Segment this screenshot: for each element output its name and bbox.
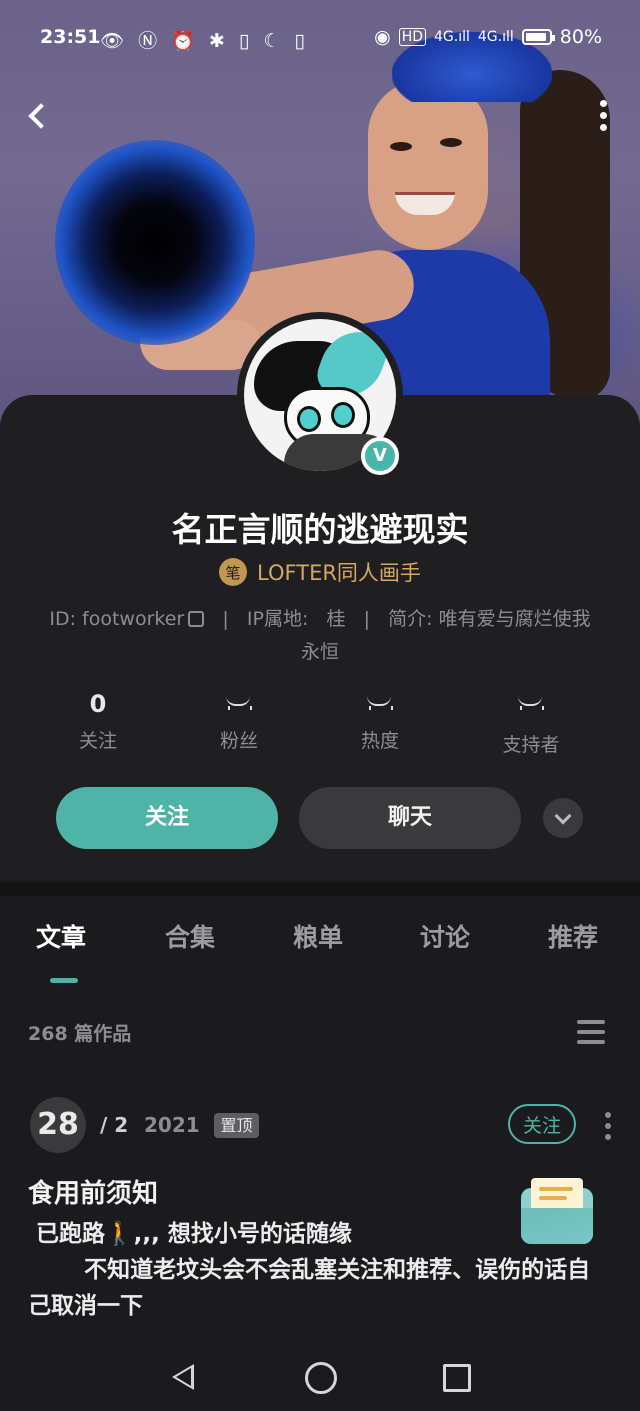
more-options-button[interactable]: [590, 95, 616, 135]
post-body-line: 已跑路🚶,,, 想找小号的话随缘: [28, 1221, 352, 1247]
banner-image-eye: [440, 138, 462, 147]
battery-percent: 80%: [559, 26, 602, 48]
works-count: 268 篇作品: [28, 1023, 132, 1045]
status-right-group: ◉ HD 4G.ıll 4G.ıll 80%: [374, 26, 602, 48]
avatar-eye: [331, 402, 355, 428]
banner-image-eye: [390, 142, 412, 151]
back-button[interactable]: [18, 95, 58, 135]
tab-articles[interactable]: 文章: [36, 918, 86, 954]
stat-following[interactable]: 0 关注: [38, 690, 158, 753]
user-id[interactable]: ID: footworker: [49, 608, 184, 630]
stat-label: 支持者: [502, 734, 560, 756]
chat-button[interactable]: 聊天: [299, 787, 521, 849]
stat-value: 0: [89, 690, 107, 718]
nav-recents-icon[interactable]: [443, 1364, 471, 1392]
creator-role[interactable]: 笔 LOFTER同人画手: [0, 557, 640, 587]
active-tab-indicator: [50, 978, 78, 983]
tab-recommend[interactable]: 推荐: [548, 918, 598, 954]
bio-label: 简介:: [388, 608, 433, 630]
content-tabs: 文章 合集 粮单 讨论 推荐: [0, 918, 640, 988]
letter-envelope-icon: [519, 1172, 595, 1248]
post-body[interactable]: 已跑路🚶,,, 想找小号的话随缘 不知道老坟头会不会乱塞关注和推荐、误伤的话自己…: [28, 1216, 598, 1324]
hidden-eye-icon: [226, 690, 252, 722]
ip-location: 桂: [326, 608, 346, 630]
avatar-eye: [297, 406, 321, 432]
ip-label: IP属地:: [246, 608, 309, 630]
post-more-icon[interactable]: [602, 1110, 614, 1142]
signal-icon: 4G.ıll: [434, 29, 470, 45]
post-title[interactable]: 食用前须知: [28, 1173, 158, 1210]
meta-separator: |: [222, 608, 229, 630]
post-date-month: / 2: [100, 1113, 129, 1137]
banner-image-face: [368, 80, 488, 250]
nav-home-icon[interactable]: [305, 1362, 337, 1394]
list-view-icon[interactable]: [577, 1020, 605, 1044]
profile-name: 名正言顺的逃避现实: [171, 510, 469, 549]
battery-icon: [521, 29, 555, 45]
section-divider: [0, 882, 640, 896]
profile-meta: ID: footworker | IP属地: 桂 | 简介: 唯有爱与腐烂使我永…: [40, 603, 600, 669]
meta-separator: |: [363, 608, 371, 630]
status-time: 23:51: [40, 26, 101, 48]
post-date-day: 28: [30, 1097, 86, 1153]
copy-icon[interactable]: [188, 611, 205, 627]
banner-image-blackhole: [55, 140, 255, 345]
stat-heat[interactable]: 热度: [320, 690, 440, 753]
post-date-year: 2021: [144, 1113, 200, 1137]
status-bar: 23:51 👁 Ⓝ ⏰ ✱ ▯ ☾ ▯ ◉ HD 4G.ıll 4G.ıll 8…: [0, 20, 640, 56]
hd-icon: HD: [398, 28, 427, 46]
verified-badge-icon: V: [361, 437, 399, 475]
hotspot-icon: ◉: [374, 26, 391, 48]
hidden-eye-icon: [518, 690, 544, 722]
tab-discussion[interactable]: 讨论: [420, 918, 470, 954]
tab-grain-list[interactable]: 粮单: [293, 918, 343, 954]
post-follow-button[interactable]: 关注: [508, 1104, 576, 1144]
stat-followers[interactable]: 粉丝: [179, 690, 299, 753]
status-notification-icons: 👁 Ⓝ ⏰ ✱ ▯ ☾ ▯: [100, 30, 309, 52]
creator-role-label: LOFTER同人画手: [257, 561, 421, 585]
tab-collections[interactable]: 合集: [165, 918, 215, 954]
hidden-eye-icon: [367, 690, 393, 722]
stat-supporters[interactable]: 支持者: [471, 690, 591, 757]
pen-icon: 笔: [219, 558, 248, 586]
post-body-line: 不知道老坟头会不会乱塞关注和推荐、误伤的话自己取消一下: [28, 1257, 591, 1319]
system-nav-bar: [0, 1340, 640, 1411]
stat-label: 粉丝: [219, 730, 258, 752]
follow-button[interactable]: 关注: [56, 787, 278, 849]
signal-icon: 4G.ıll: [477, 29, 514, 45]
nav-back-icon[interactable]: [172, 1364, 194, 1390]
pinned-badge: 置顶: [214, 1113, 259, 1138]
stat-label: 热度: [360, 730, 399, 752]
stat-label: 关注: [78, 730, 117, 752]
expand-chevron-down-icon[interactable]: [543, 798, 583, 838]
stats-row: 0 关注 粉丝 热度 支持者: [0, 690, 640, 760]
